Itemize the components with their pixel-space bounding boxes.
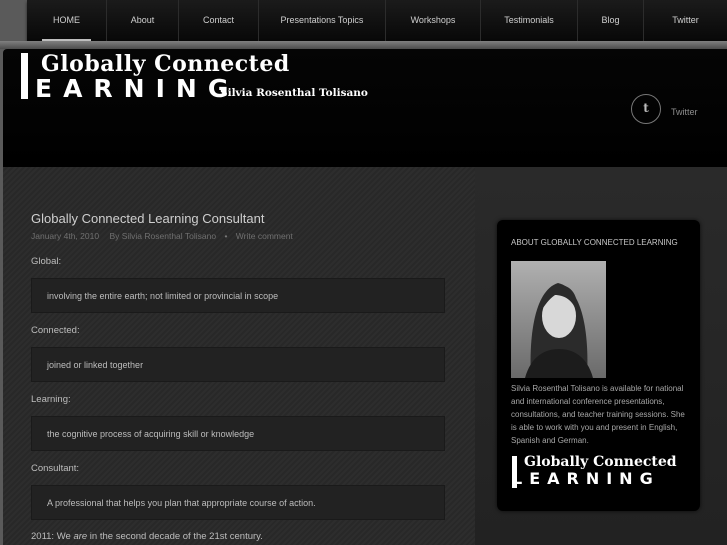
post-date: January 4th, 2010	[31, 231, 100, 241]
definition-global: involving the entire earth; not limited …	[31, 278, 445, 313]
top-navigation: HOME About Contact Presentations Topics …	[27, 0, 727, 42]
closing-post: in the second decade of the 21st century…	[87, 531, 263, 542]
about-widget: ABOUT GLOBALLY CONNECTED LEARNING Silvia…	[497, 220, 700, 511]
term-global: Global:	[31, 256, 62, 267]
nav-about[interactable]: About	[106, 0, 178, 41]
post-author[interactable]: By Silvia Rosenthal Tolisano	[109, 231, 216, 241]
nav-home[interactable]: HOME	[27, 0, 106, 41]
nav-contact[interactable]: Contact	[178, 0, 258, 41]
post-meta: January 4th, 2010 By Silvia Rosenthal To…	[31, 231, 293, 241]
twitter-icon[interactable]: t	[631, 94, 661, 124]
term-consultant: Consultant:	[31, 463, 80, 474]
logo-l-bar	[21, 53, 28, 99]
term-connected: Connected:	[31, 325, 80, 336]
logo-learning: EARNING	[35, 74, 240, 103]
mini-logo-globally-connected: Globally Connected	[524, 454, 677, 470]
nav-divider-strip	[0, 41, 727, 49]
widget-title: ABOUT GLOBALLY CONNECTED LEARNING	[511, 238, 678, 247]
closing-emphasis: are	[73, 531, 88, 542]
nav-twitter[interactable]: Twitter	[643, 0, 727, 41]
mini-logo-learning: LEARNING	[512, 469, 660, 488]
nav-blog[interactable]: Blog	[577, 0, 643, 41]
author-bio: Silvia Rosenthal Tolisano is available f…	[511, 384, 685, 445]
term-learning: Learning:	[31, 394, 71, 405]
post-closing-text: 2011: We are in the second decade of the…	[31, 531, 263, 542]
post-title[interactable]: Globally Connected Learning Consultant	[31, 211, 264, 226]
site-logo[interactable]: Globally Connected EARNING Silvia Rosent…	[21, 51, 368, 103]
author-portrait	[511, 261, 606, 378]
twitter-header-link[interactable]: Twitter	[671, 107, 698, 117]
nav-presentations-topics[interactable]: Presentations Topics	[258, 0, 385, 41]
write-comment-link[interactable]: Write comment	[236, 231, 293, 241]
closing-pre: 2011: We	[31, 531, 74, 542]
definition-connected: joined or linked together	[31, 347, 445, 382]
definition-learning: the cognitive process of acquiring skill…	[31, 416, 445, 451]
definition-consultant: A professional that helps you plan that …	[31, 485, 445, 520]
nav-workshops[interactable]: Workshops	[385, 0, 480, 41]
logo-author-name: Silvia Rosenthal Tolisano	[220, 87, 368, 99]
sidebar-logo: Globally Connected LEARNING	[512, 454, 677, 490]
meta-bullet: •	[224, 231, 228, 241]
nav-testimonials[interactable]: Testimonials	[480, 0, 577, 41]
